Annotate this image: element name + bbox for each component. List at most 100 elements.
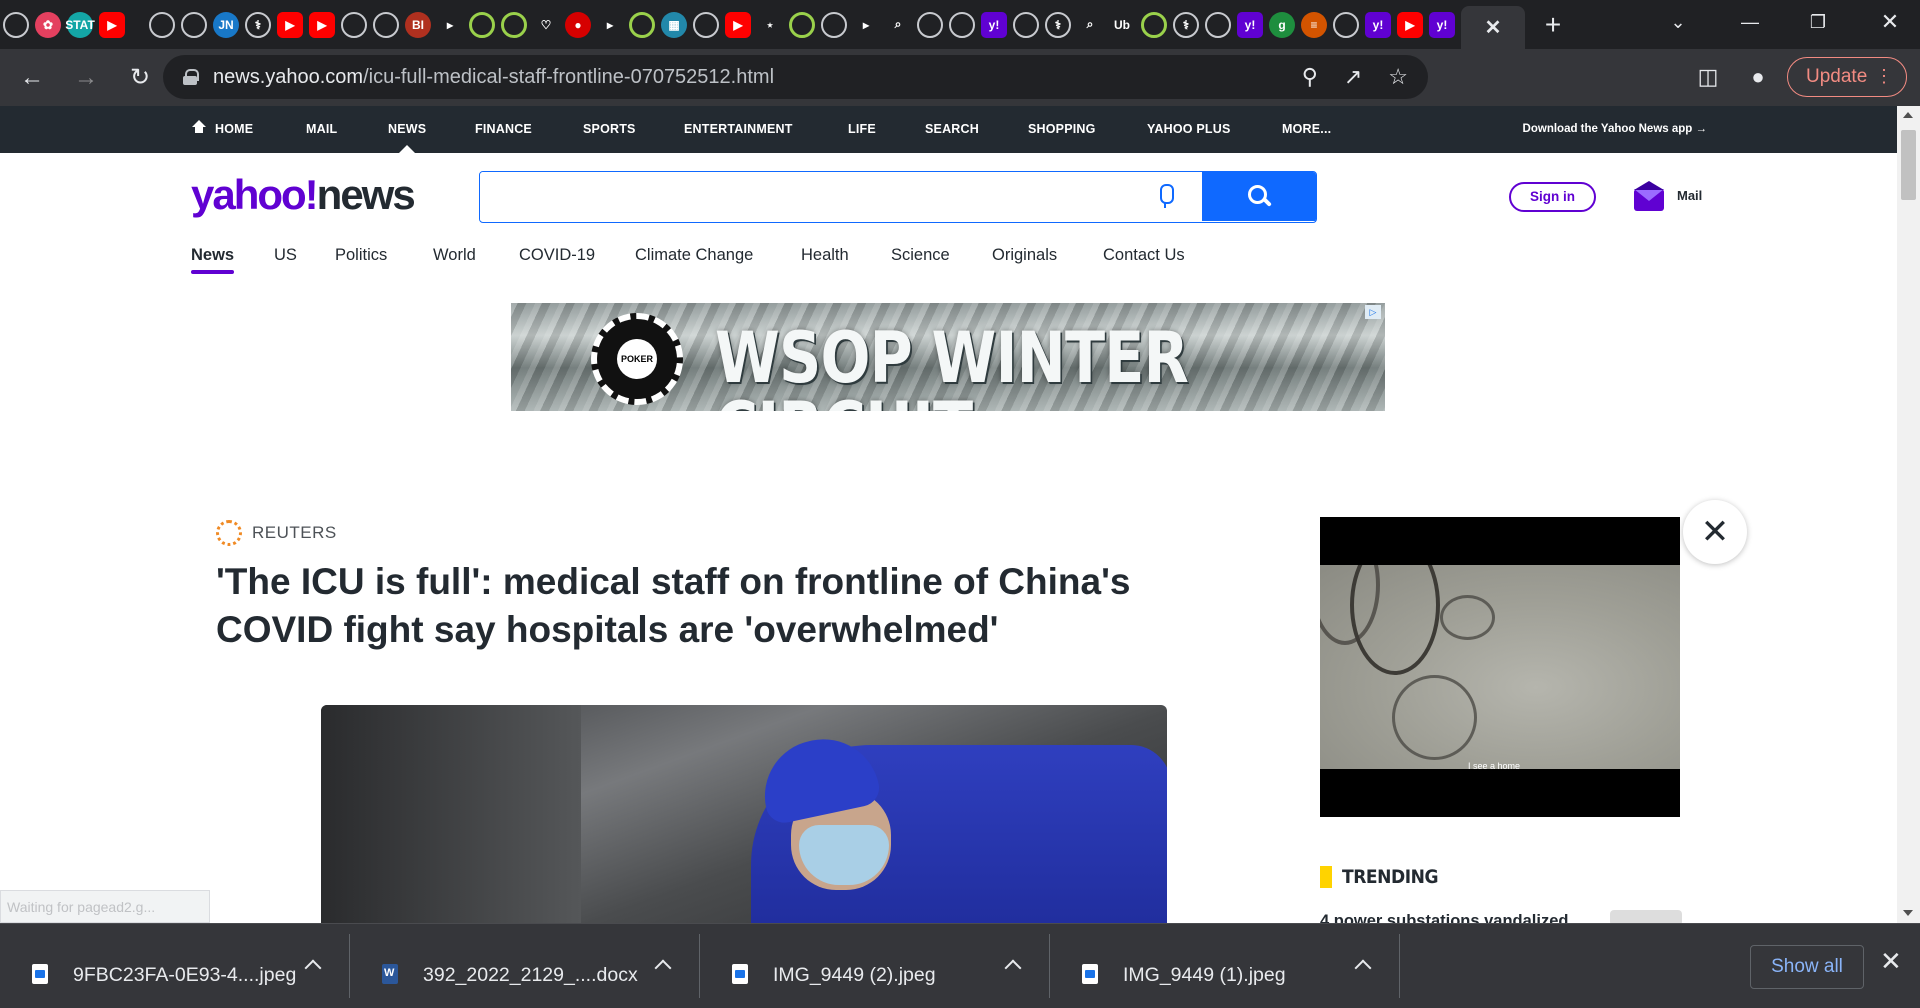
tab-favicon-globe-icon[interactable] xyxy=(181,11,207,38)
subnav-covid-19[interactable]: COVID-19 xyxy=(519,246,595,265)
subnav-health[interactable]: Health xyxy=(801,246,849,265)
tab-favicon-globe-icon[interactable] xyxy=(149,11,175,38)
tab-favicon-globe-icon[interactable] xyxy=(693,11,719,38)
page-scrollbar[interactable] xyxy=(1897,106,1920,923)
microphone-icon[interactable] xyxy=(1158,184,1174,208)
tab-favicon-heart-icon[interactable]: ♡ xyxy=(533,12,559,38)
tab-favicon-medical-icon[interactable]: ⚕ xyxy=(1173,11,1199,38)
yahoo-nav-shopping[interactable]: SHOPPING xyxy=(1028,106,1096,153)
tab-favicon-medical-icon[interactable]: ⚕ xyxy=(245,11,271,38)
video-player[interactable]: I see a home xyxy=(1320,517,1680,817)
tab-favicon-ub-icon[interactable]: Ub xyxy=(1109,12,1135,38)
side-panel-icon[interactable]: ◫ xyxy=(1686,55,1730,99)
tab-favicon-globe-icon[interactable] xyxy=(1333,11,1359,38)
tab-favicon-video-icon[interactable]: ▸ xyxy=(597,12,623,38)
search-button[interactable] xyxy=(1202,172,1316,221)
article-hero-image[interactable] xyxy=(321,705,1167,923)
tab-favicon-stat-icon[interactable]: STAT xyxy=(65,11,95,38)
chevron-up-icon[interactable] xyxy=(1354,959,1372,977)
yahoo-nav-news[interactable]: NEWS xyxy=(388,106,426,153)
tab-favicon-youtube-icon[interactable]: ▶ xyxy=(277,11,303,38)
yahoo-nav-life[interactable]: LIFE xyxy=(848,106,876,153)
subnav-science[interactable]: Science xyxy=(891,246,950,265)
tab-favicon-search-icon[interactable]: ⌕ xyxy=(885,12,911,38)
lock-icon[interactable] xyxy=(183,69,199,85)
tab-favicon-medical-icon[interactable]: ⚕ xyxy=(1045,11,1071,38)
close-video-button[interactable]: ✕ xyxy=(1683,500,1747,564)
address-bar[interactable]: news.yahoo.com/icu-full-medical-staff-fr… xyxy=(163,55,1428,99)
download-item[interactable]: IMG_9449 (2).jpeg xyxy=(700,934,1050,998)
tab-favicon-globe-icon[interactable] xyxy=(917,11,943,38)
new-tab-plus-icon[interactable]: + xyxy=(1540,9,1566,40)
tab-favicon-globe-icon[interactable] xyxy=(3,11,29,38)
sign-in-button[interactable]: Sign in xyxy=(1509,182,1596,212)
tab-favicon-youtube-icon[interactable]: ▶ xyxy=(1397,11,1423,38)
tab-favicon-grid-icon[interactable]: ▦ xyxy=(661,11,687,38)
tab-favicon-yahoo-icon[interactable]: y! xyxy=(981,11,1007,38)
tab-favicon-search-icon[interactable]: ⌕ xyxy=(1077,12,1103,38)
back-arrow-icon[interactable]: ← xyxy=(10,56,54,100)
tab-favicon-globe-icon[interactable] xyxy=(821,11,847,38)
tab-favicon-yahoo-icon[interactable]: y! xyxy=(1237,11,1263,38)
yahoo-nav-sports[interactable]: SPORTS xyxy=(583,106,636,153)
close-window-icon[interactable]: ✕ xyxy=(1862,0,1918,44)
tab-favicon-yahoo-icon[interactable]: y! xyxy=(1429,11,1455,38)
restore-icon[interactable]: ❐ xyxy=(1790,0,1846,44)
tab-favicon-g-icon[interactable]: g xyxy=(1269,11,1295,38)
active-tab-close-icon[interactable]: ✕ xyxy=(1461,5,1525,50)
minimize-icon[interactable]: — xyxy=(1722,0,1778,44)
chevron-up-icon[interactable] xyxy=(654,959,672,977)
tab-favicon-play-icon[interactable] xyxy=(501,11,527,38)
search-input[interactable] xyxy=(480,172,1200,221)
tab-favicon-play-icon[interactable] xyxy=(789,11,815,38)
yahoo-nav-more[interactable]: MORE... xyxy=(1282,106,1331,153)
profile-avatar-icon[interactable]: ● xyxy=(1736,55,1780,99)
yahoo-nav-yahoo-plus[interactable]: YAHOO PLUS xyxy=(1147,106,1231,153)
bookmark-star-icon[interactable]: ☆ xyxy=(1388,64,1408,90)
yahoo-news-logo[interactable]: yahoo!news xyxy=(191,170,416,220)
yahoo-nav-entertainment[interactable]: ENTERTAINMENT xyxy=(684,106,793,153)
tab-favicon-play-icon[interactable] xyxy=(629,11,655,38)
tab-favicon-play-icon[interactable] xyxy=(469,11,495,38)
close-downloads-icon[interactable]: ✕ xyxy=(1880,946,1902,977)
tab-favicon-video-icon[interactable]: ▸ xyxy=(853,12,879,38)
download-item[interactable]: 392_2022_2129_....docx xyxy=(350,934,700,998)
yahoo-nav-mail[interactable]: MAIL xyxy=(306,106,337,153)
tab-favicon-globe-icon[interactable] xyxy=(949,11,975,38)
subnav-world[interactable]: World xyxy=(433,246,476,265)
tab-favicon-youtube-icon[interactable]: ▶ xyxy=(725,11,751,38)
tab-favicon-mic-icon[interactable]: ● xyxy=(565,11,591,38)
yahoo-nav-search[interactable]: SEARCH xyxy=(925,106,979,153)
tab-favicon-yahoo-icon[interactable]: y! xyxy=(1365,11,1391,38)
zoom-icon[interactable]: ⚲ xyxy=(1302,64,1318,90)
mail-link[interactable]: Mail xyxy=(1677,188,1702,203)
tab-favicon-video-icon[interactable]: ▸ xyxy=(437,12,463,38)
tab-favicon-bird-icon[interactable]: ⋆ xyxy=(757,12,783,38)
tab-favicon-youtube-icon[interactable]: ▶ xyxy=(309,11,335,38)
reload-icon[interactable]: ↻ xyxy=(118,56,162,100)
subnav-us[interactable]: US xyxy=(274,246,297,265)
tab-favicon-pinwheel-icon[interactable]: ✿ xyxy=(35,11,61,38)
scroll-down-icon[interactable] xyxy=(1903,910,1913,916)
download-app-link[interactable]: Download the Yahoo News app → xyxy=(1523,106,1707,153)
subnav-politics[interactable]: Politics xyxy=(335,246,387,265)
yahoo-nav-finance[interactable]: FINANCE xyxy=(475,106,532,153)
subnav-climate-change[interactable]: Climate Change xyxy=(635,246,753,265)
subnav-contact-us[interactable]: Contact Us xyxy=(1103,246,1185,265)
tab-favicon-bi-icon[interactable]: BI xyxy=(405,11,431,38)
scroll-thumb[interactable] xyxy=(1901,130,1916,200)
scroll-up-icon[interactable] xyxy=(1903,112,1913,118)
show-all-downloads-button[interactable]: Show all xyxy=(1750,945,1864,989)
forward-arrow-icon[interactable]: → xyxy=(64,56,108,100)
subnav-originals[interactable]: Originals xyxy=(992,246,1057,265)
tab-favicon-globe-icon[interactable] xyxy=(341,11,367,38)
chevron-up-icon[interactable] xyxy=(304,959,322,977)
tab-favicon-globe-icon[interactable] xyxy=(1205,11,1231,38)
tab-favicon-jn-icon[interactable]: JN xyxy=(213,11,239,38)
tab-favicon-stack-icon[interactable]: ≡ xyxy=(1301,11,1327,38)
tab-favicon-youtube-icon[interactable]: ▶ xyxy=(99,11,125,38)
adchoices-icon[interactable]: ▷ xyxy=(1365,305,1381,319)
tab-favicon-play-icon[interactable] xyxy=(1141,11,1167,38)
download-item[interactable]: 9FBC23FA-0E93-4....jpeg xyxy=(0,934,350,998)
subnav-news[interactable]: News xyxy=(191,246,235,274)
